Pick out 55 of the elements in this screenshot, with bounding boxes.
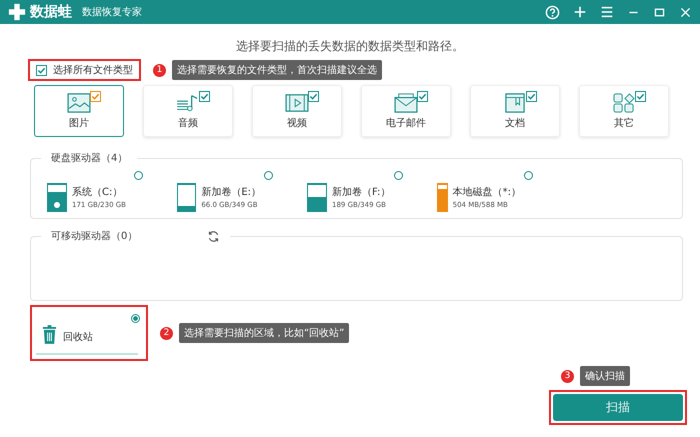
step-badge: 2 xyxy=(160,326,173,340)
check-icon xyxy=(37,66,46,74)
checkbox[interactable] xyxy=(90,91,101,102)
radio-button[interactable] xyxy=(264,171,273,180)
checkbox[interactable] xyxy=(417,91,428,102)
file-type-card[interactable]: 音频 xyxy=(143,85,233,137)
app-subtitle: 数据恢复专家 xyxy=(82,6,142,19)
scan-button[interactable]: 扫描 xyxy=(553,394,683,421)
radio-button[interactable] xyxy=(394,171,403,180)
drive-icon xyxy=(437,183,448,212)
checkbox[interactable] xyxy=(635,91,646,102)
shapes-icon xyxy=(612,92,636,112)
callout-tooltip: 确认扫描 xyxy=(580,366,630,386)
app-name: 数据蛙 xyxy=(30,3,72,21)
film-icon xyxy=(285,92,309,112)
cross-logo-icon xyxy=(8,3,26,21)
drive-icon xyxy=(177,183,196,212)
drive-name: 新加卷（F:） xyxy=(332,186,390,199)
music-note-icon xyxy=(176,92,200,112)
drive-icon xyxy=(307,183,327,212)
refresh-icon[interactable] xyxy=(207,230,220,242)
trash-icon xyxy=(42,325,57,344)
file-type-card[interactable]: 图片 xyxy=(34,85,124,137)
section-title: 可移动驱动器（0） xyxy=(51,230,138,243)
select-all-checkbox[interactable]: 选择所有文件类型 xyxy=(28,59,141,81)
drive-icon xyxy=(47,183,67,212)
maximize-icon[interactable] xyxy=(653,6,666,18)
radio-button[interactable] xyxy=(524,171,533,180)
file-type-card[interactable]: 其它 xyxy=(579,85,669,137)
file-type-card[interactable]: 视频 xyxy=(252,85,342,137)
help-icon[interactable] xyxy=(545,4,560,20)
radio-button[interactable] xyxy=(134,171,143,180)
checkbox[interactable] xyxy=(526,91,537,102)
drive-name: 系统（C:） xyxy=(72,186,124,199)
callout-tooltip: 选择需要恢复的文件类型，首次扫描建议全选 xyxy=(172,60,382,80)
step-badge: 3 xyxy=(561,370,574,382)
recycle-bin-card[interactable]: 回收站 xyxy=(30,305,148,361)
callout-tooltip: 选择需要扫描的区域，比如“回收站” xyxy=(179,323,350,343)
menu-icon[interactable] xyxy=(600,5,614,19)
plus-icon[interactable] xyxy=(573,5,587,19)
envelope-icon xyxy=(394,92,418,112)
checkbox[interactable] xyxy=(308,91,319,102)
drive-name: 本地磁盘（*:） xyxy=(452,186,521,199)
section-title: 硬盘驱动器（4） xyxy=(50,152,128,165)
recycle-bin-label: 回收站 xyxy=(63,330,93,344)
step-badge: 1 xyxy=(153,64,166,76)
file-type-card[interactable]: 电子邮件 xyxy=(361,85,451,137)
radio-button[interactable] xyxy=(131,314,140,323)
close-icon[interactable] xyxy=(679,6,692,18)
instruction-heading: 选择要扫描的丢失数据的数据类型和路径。 xyxy=(235,38,465,55)
drive-name: 新加卷（E:） xyxy=(201,186,261,199)
file-type-card[interactable]: 文档 xyxy=(470,85,560,137)
checkbox[interactable] xyxy=(199,91,210,102)
book-icon xyxy=(503,92,527,112)
image-icon xyxy=(67,92,91,112)
